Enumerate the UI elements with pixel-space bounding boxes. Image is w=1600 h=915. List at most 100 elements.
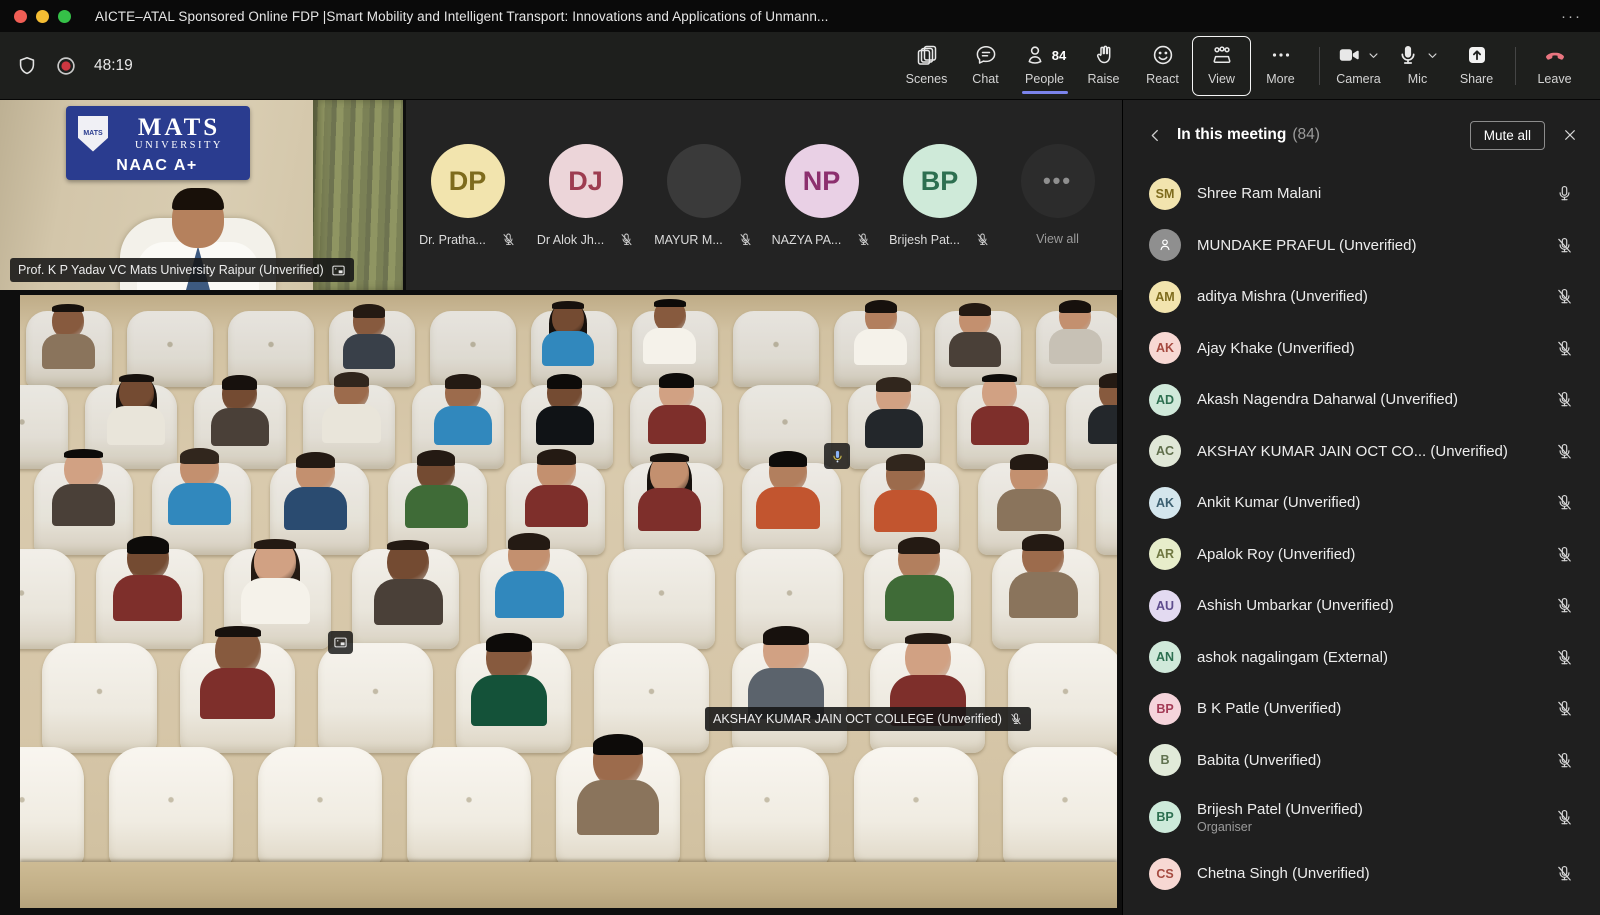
toolbar-button-camera[interactable]: Camera — [1330, 37, 1387, 95]
participant-row[interactable]: AU Ashish Umbarkar (Unverified) — [1123, 580, 1600, 632]
participant-row[interactable]: CS Chetna Singh (Unverified) — [1123, 848, 1600, 900]
toolbar-button-more[interactable]: More — [1252, 37, 1309, 95]
video-tile-speaker[interactable]: MATS MATS UNIVERSITY NAAC A+ Prof. K P Y… — [0, 100, 403, 290]
participant-row[interactable]: AC AKSHAY KUMAR JAIN OCT CO... (Unverifi… — [1123, 426, 1600, 478]
window-minimize-button[interactable] — [36, 10, 49, 23]
auditorium-seat — [20, 747, 84, 867]
participant-list: SM Shree Ram Malani MUNDAKE PRAFUL (Unve… — [1123, 168, 1600, 900]
view-all-button[interactable]: ••• View all — [1020, 144, 1095, 246]
strip-avatar-novideo[interactable]: MAYUR M... — [666, 144, 741, 247]
participant-count: (84) — [1292, 126, 1320, 144]
mic-muted-icon[interactable] — [1555, 648, 1574, 667]
audience-person — [638, 453, 701, 534]
participant-avatar-strip: DP Dr. Pratha... DJ Dr Alok Jh... MAYUR … — [403, 100, 1122, 290]
toolbar-button-people[interactable]: 84People — [1016, 37, 1073, 95]
auditorium-seat — [733, 311, 819, 387]
toolbar-button-label: View — [1208, 72, 1235, 86]
close-panel-icon[interactable] — [1562, 127, 1578, 143]
speaker-name-text: Prof. K P Yadav VC Mats University Raipu… — [18, 263, 324, 277]
auditorium-seat — [109, 747, 233, 867]
participant-row[interactable]: BP Brijesh Patel (Unverified) Organiser — [1123, 786, 1600, 848]
auditorium-seat — [1096, 463, 1117, 555]
mic-muted-icon[interactable] — [1555, 287, 1574, 306]
audience-person — [971, 374, 1029, 448]
toolbar-divider — [1515, 47, 1516, 85]
strip-avatar-BP[interactable]: BP Brijesh Pat... — [902, 144, 977, 247]
panel-title: In this meeting — [1177, 126, 1286, 144]
auditorium-seat — [318, 643, 433, 753]
toolbar-button-view[interactable]: View — [1193, 37, 1250, 95]
participant-row[interactable]: AK Ankit Kumar (Unverified) — [1123, 477, 1600, 529]
recording-indicator-icon — [55, 55, 77, 77]
generic-person-avatar — [1149, 229, 1181, 261]
avatar: NP — [785, 144, 859, 218]
audience-person — [211, 375, 269, 449]
participant-avatar: AK — [1149, 487, 1181, 519]
people-count-badge: 84 — [1052, 48, 1066, 63]
participant-avatar: BP — [1149, 801, 1181, 833]
participant-row[interactable]: AN ashok nagalingam (External) — [1123, 632, 1600, 684]
mic-muted-icon[interactable] — [1555, 236, 1574, 255]
participant-row[interactable]: AR Apalok Roy (Unverified) — [1123, 529, 1600, 581]
chevron-down-icon[interactable] — [1425, 48, 1440, 63]
mic-muted-icon[interactable] — [1555, 390, 1574, 409]
toolbar-button-leave[interactable]: Leave — [1526, 37, 1583, 95]
toolbar-button-raise[interactable]: Raise — [1075, 37, 1132, 95]
window-titlebar: AICTE–ATAL Sponsored Online FDP |Smart M… — [0, 0, 1600, 32]
mic-muted-icon[interactable] — [1555, 442, 1574, 461]
mic-muted-icon[interactable] — [1555, 864, 1574, 883]
participant-row[interactable]: SM Shree Ram Malani — [1123, 168, 1600, 220]
audience-person — [854, 300, 907, 367]
pip-icon — [328, 631, 353, 654]
participant-row[interactable]: B Babita (Unverified) — [1123, 735, 1600, 787]
strip-avatar-DP[interactable]: DP Dr. Pratha... — [430, 144, 505, 247]
toolbar-button-scenes[interactable]: Scenes — [898, 37, 955, 95]
toolbar-divider — [1319, 47, 1320, 85]
audience-person — [322, 372, 380, 446]
mic-muted-icon[interactable] — [1555, 808, 1574, 827]
strip-avatar-NP[interactable]: NP NAZYA PA... — [784, 144, 859, 247]
audience-person — [949, 303, 1002, 370]
mic-muted-icon[interactable] — [1555, 339, 1574, 358]
chevron-down-icon[interactable] — [1366, 48, 1381, 63]
participant-row[interactable]: AD Akash Nagendra Daharwal (Unverified) — [1123, 374, 1600, 426]
participant-avatar: SM — [1149, 178, 1181, 210]
participant-avatar: AD — [1149, 384, 1181, 416]
mute-all-button[interactable]: Mute all — [1470, 121, 1545, 150]
toolbar-button-label: Camera — [1336, 72, 1380, 86]
mic-muted-icon[interactable] — [1555, 751, 1574, 770]
window-zoom-button[interactable] — [58, 10, 71, 23]
mic-muted-icon[interactable] — [1555, 493, 1574, 512]
auditorium-seat — [854, 747, 978, 867]
auditorium-seat — [407, 747, 531, 867]
speaker-hair — [172, 188, 224, 210]
raise-icon — [1092, 43, 1116, 67]
toolbar-button-share[interactable]: Share — [1448, 37, 1505, 95]
mic-on-icon[interactable] — [1555, 184, 1574, 203]
participant-row[interactable]: AK Ajay Khake (Unverified) — [1123, 323, 1600, 375]
toolbar-button-mic[interactable]: Mic — [1389, 37, 1446, 95]
mic-icon — [1396, 43, 1420, 67]
participant-name: AKSHAY KUMAR JAIN OCT CO... (Unverified) — [1197, 443, 1545, 460]
security-shield-icon — [16, 55, 38, 77]
mic-muted-icon — [501, 232, 516, 247]
participant-name: MUNDAKE PRAFUL (Unverified) — [1197, 237, 1545, 254]
toolbar-button-chat[interactable]: Chat — [957, 37, 1014, 95]
participant-row[interactable]: BP B K Patle (Unverified) — [1123, 683, 1600, 735]
window-menu-icon[interactable]: ··· — [1561, 0, 1582, 32]
participant-row[interactable]: AM aditya Mishra (Unverified) — [1123, 271, 1600, 323]
audience-person — [241, 539, 310, 627]
mic-muted-icon[interactable] — [1555, 545, 1574, 564]
mic-muted-icon[interactable] — [1555, 699, 1574, 718]
strip-avatar-DJ[interactable]: DJ Dr Alok Jh... — [548, 144, 623, 247]
toolbar-button-label: Raise — [1088, 72, 1120, 86]
window-close-button[interactable] — [14, 10, 27, 23]
video-tile-together-mode[interactable]: AKSHAY KUMAR JAIN OCT COLLEGE (Unverifie… — [20, 295, 1117, 908]
participant-name: ashok nagalingam (External) — [1197, 649, 1545, 666]
toolbar-button-react[interactable]: React — [1134, 37, 1191, 95]
participant-row[interactable]: MUNDAKE PRAFUL (Unverified) — [1123, 220, 1600, 272]
mic-muted-icon[interactable] — [1555, 596, 1574, 615]
back-chevron-icon[interactable] — [1147, 127, 1164, 144]
strip-participant-name: Dr Alok Jh... — [537, 233, 604, 247]
avatar — [667, 144, 741, 218]
